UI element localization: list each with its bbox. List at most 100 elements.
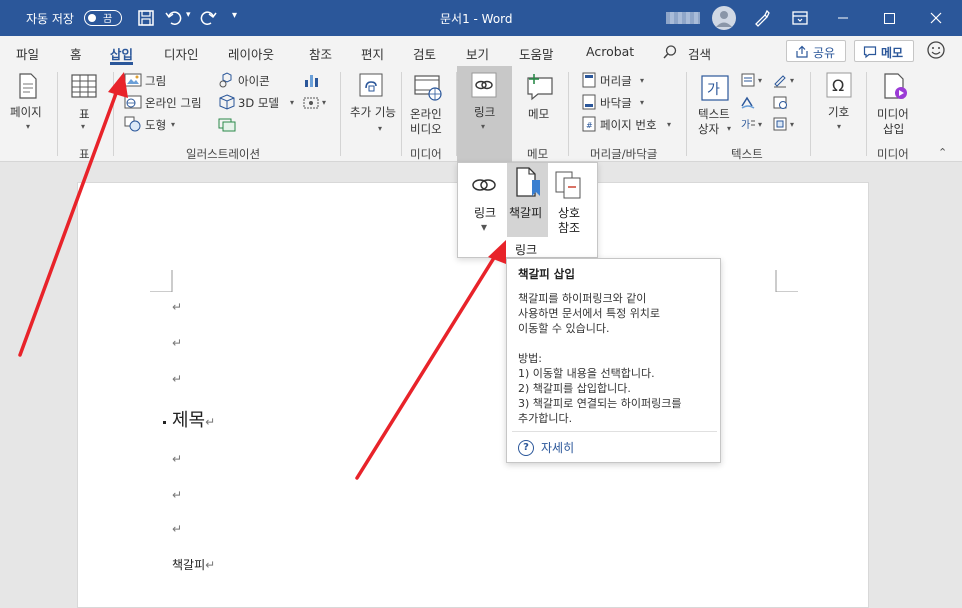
customize-toolbar-icon[interactable]: ▾ <box>232 10 252 30</box>
paragraph-mark[interactable]: ↵ <box>172 336 182 350</box>
bookmark-label: 책갈피 <box>509 206 543 220</box>
dropdown-link-label: 링크 <box>474 206 497 220</box>
divider <box>401 72 402 156</box>
addins-icon <box>359 73 383 97</box>
cross-reference-icon <box>555 171 581 199</box>
shapes-label: 도형 <box>145 118 167 132</box>
tab-references[interactable]: 참조 <box>309 44 332 63</box>
autosave-toggle[interactable]: 끔 <box>84 10 122 26</box>
divider <box>568 72 569 156</box>
header-label: 머리글 <box>600 74 632 88</box>
object-icon[interactable] <box>772 116 788 132</box>
user-name-blurred <box>666 12 700 24</box>
paragraph-mark[interactable]: ↵ <box>172 452 182 466</box>
chevron-down-icon: ▾ <box>837 122 842 131</box>
close-icon <box>930 12 942 24</box>
bookmark-paragraph-label: 책갈피 <box>172 558 206 572</box>
chevron-down-icon: ▾ <box>26 122 31 131</box>
tab-design[interactable]: 디자인 <box>164 44 199 63</box>
chevron-down-icon: ▾ <box>727 124 732 133</box>
memo-button[interactable]: 메모 <box>854 40 914 62</box>
maximize-icon <box>884 13 895 24</box>
chevron-down-icon: ▾ <box>640 76 645 85</box>
tooltip-desc-2: 사용하면 문서에서 특정 위치로 <box>518 307 661 320</box>
search-label[interactable]: 검색 <box>688 44 711 63</box>
group-label-table: 표 <box>79 147 90 161</box>
wordart-icon[interactable] <box>740 94 756 110</box>
tooltip-desc-3: 이동할 수 있습니다. <box>518 322 610 335</box>
undo-icon[interactable] <box>164 8 184 28</box>
ribbon-display-icon[interactable] <box>790 8 810 28</box>
minimize-button[interactable] <box>820 0 866 36</box>
ribbon-memo-label: 메모 <box>528 107 550 121</box>
new-comment-icon <box>527 74 553 101</box>
paragraph-mark[interactable]: ↵ <box>172 372 182 386</box>
maximize-button[interactable] <box>866 0 912 36</box>
group-label-media2: 미디어 <box>877 147 909 161</box>
paragraph-mark: ↵ <box>205 558 216 572</box>
bookmark-paragraph[interactable]: 책갈피↵ <box>172 556 215 573</box>
paragraph-mark[interactable]: ↵ <box>172 300 182 314</box>
tab-home[interactable]: 홈 <box>70 44 82 63</box>
collapse-ribbon-icon[interactable]: ⌃ <box>938 146 947 159</box>
tooltip-divider <box>512 431 717 432</box>
tab-help[interactable]: 도움말 <box>519 44 554 63</box>
signature-line-icon[interactable] <box>772 72 788 88</box>
tab-mailings[interactable]: 편지 <box>361 44 384 63</box>
pen-icon[interactable] <box>752 8 772 28</box>
page-number-icon: # <box>582 116 596 132</box>
help-icon[interactable]: ? <box>518 440 534 456</box>
smartart-icon[interactable] <box>218 116 236 132</box>
svg-text:#: # <box>586 121 593 130</box>
divider <box>113 72 114 156</box>
date-time-icon[interactable] <box>772 94 788 110</box>
shapes-icon <box>124 116 141 132</box>
chevron-down-icon: ▾ <box>481 220 488 234</box>
tab-review[interactable]: 검토 <box>413 44 436 63</box>
paragraph-mark[interactable]: ↵ <box>172 488 182 502</box>
avatar-icon <box>716 11 732 27</box>
icons-label: 아이콘 <box>238 74 270 88</box>
share-icon <box>796 45 808 58</box>
chevron-down-icon[interactable]: ▾ <box>758 120 762 129</box>
avatar[interactable] <box>712 6 736 30</box>
heading-text[interactable]: 제목↵ <box>172 406 215 432</box>
group-label-illustration: 일러스트레이션 <box>186 147 261 161</box>
chevron-down-icon[interactable]: ▾ <box>790 120 794 129</box>
chevron-down-icon[interactable]: ▾ <box>758 76 762 85</box>
textbox-icon: 가 <box>701 75 729 101</box>
tab-view[interactable]: 보기 <box>466 44 489 63</box>
memo-label: 메모 <box>881 46 904 60</box>
svg-text:가: 가 <box>741 119 750 131</box>
tab-layout[interactable]: 레이아웃 <box>228 44 274 63</box>
media-insert-icon <box>884 73 907 99</box>
tab-acrobat[interactable]: Acrobat <box>586 44 634 59</box>
tooltip-method: 방법: <box>518 352 542 365</box>
online-video-label-2: 비디오 <box>410 122 442 136</box>
chevron-down-icon: ▾ <box>481 122 486 131</box>
minimize-icon <box>838 17 848 19</box>
3d-model-label: 3D 모델 <box>238 96 279 110</box>
redo-icon[interactable] <box>198 8 218 28</box>
smiley-icon[interactable] <box>926 40 946 60</box>
tooltip-more-link[interactable]: 자세히 <box>541 439 574 456</box>
divider <box>340 72 341 156</box>
quick-parts-icon[interactable] <box>740 72 756 88</box>
tooltip-title: 책갈피 삽입 <box>518 267 575 281</box>
drop-cap-icon[interactable]: 가 <box>740 116 756 132</box>
dropdown-group-label: 링크 <box>515 243 538 257</box>
share-button[interactable]: 공유 <box>786 40 846 62</box>
tab-file[interactable]: 파일 <box>16 44 39 63</box>
page-icon <box>19 73 37 99</box>
symbol-label: 기호 <box>828 105 850 119</box>
search-icon[interactable] <box>662 44 678 60</box>
tab-insert[interactable]: 삽입 <box>110 44 134 65</box>
chevron-down-icon[interactable]: ▾ <box>790 76 794 85</box>
tooltip-desc-1: 책갈피를 하이퍼링크와 같이 <box>518 292 647 305</box>
save-icon[interactable] <box>136 8 156 28</box>
tooltip-step-3b: 추가합니다. <box>518 412 573 425</box>
chart-icon[interactable] <box>303 72 321 88</box>
close-button[interactable] <box>912 0 962 36</box>
picture-icon <box>124 73 142 87</box>
paragraph-mark[interactable]: ↵ <box>172 522 182 536</box>
